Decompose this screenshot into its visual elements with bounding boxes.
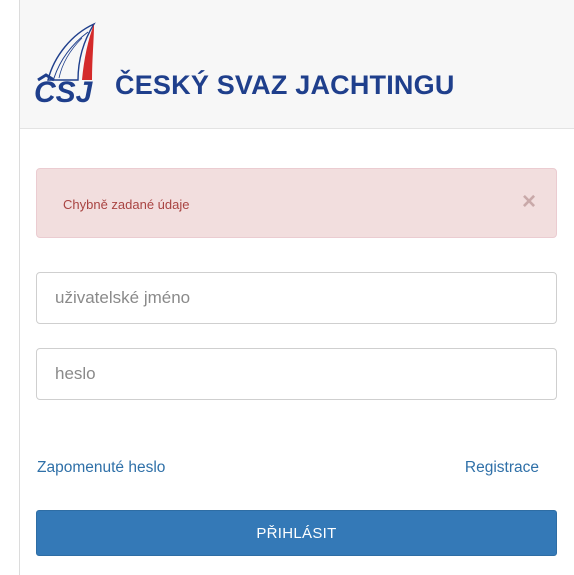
alert-message: Chybně zadané údaje (63, 197, 190, 212)
login-button[interactable]: PŘIHLÁSIT (36, 510, 557, 556)
forgot-password-link[interactable]: Zapomenuté heslo (37, 459, 165, 477)
brand-name: ČESKÝ SVAZ JACHTINGU (115, 70, 455, 100)
register-link[interactable]: Registrace (465, 459, 539, 477)
sailboat-logo-icon: CSJ (34, 22, 96, 106)
close-icon[interactable]: × (522, 187, 536, 217)
svg-text:CSJ: CSJ (34, 76, 94, 106)
error-alert: Chybně zadané údaje × (36, 168, 557, 238)
username-input[interactable] (36, 272, 557, 324)
header: CSJ ČESKÝ SVAZ JACHTINGU (20, 0, 574, 129)
password-input[interactable] (36, 348, 557, 400)
